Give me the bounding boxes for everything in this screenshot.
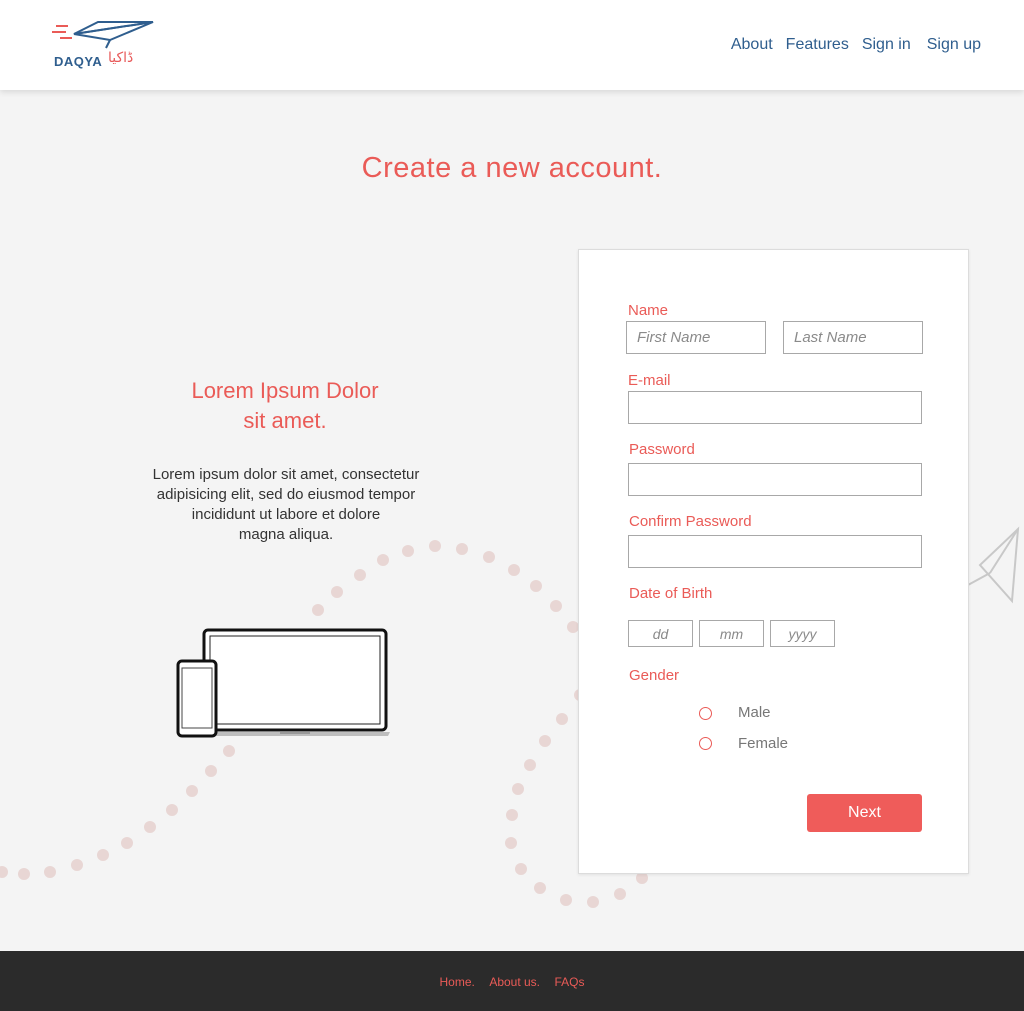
nav-sign-in[interactable]: Sign in — [862, 36, 911, 54]
password-label: Password — [629, 441, 695, 458]
email-label: E-mail — [628, 372, 671, 389]
gender-female-radio[interactable] — [699, 737, 712, 750]
footer-link-faqs[interactable]: FAQs — [554, 975, 584, 989]
daqya-logo[interactable]: DAQYA ڈاکیا — [50, 18, 160, 72]
promo-body-line: adipisicing elit, sed do eiusmod tempor — [156, 486, 416, 503]
signup-form-card: Name E-mail Password Confirm Password Da… — [578, 249, 969, 874]
dob-day-input[interactable] — [628, 620, 693, 647]
header: DAQYA ڈاکیا About Features Sign in Sign … — [0, 0, 1024, 90]
devices-illustration-icon — [176, 628, 390, 738]
promo-body-line: Lorem ipsum dolor sit amet, consectetur — [152, 466, 420, 483]
logo-urdu-text: ڈاکیا — [108, 50, 134, 66]
paper-plane-icon — [967, 526, 1020, 604]
nav-features[interactable]: Features — [786, 36, 849, 54]
gender-label: Gender — [629, 667, 680, 684]
confirm-password-label: Confirm Password — [629, 513, 752, 530]
dob-month-input[interactable] — [699, 620, 764, 647]
nav-about[interactable]: About — [731, 36, 773, 54]
password-input[interactable] — [628, 463, 922, 496]
email-input[interactable] — [628, 391, 922, 424]
dob-label: Date of Birth — [629, 585, 713, 602]
paper-plane-logo-icon — [52, 21, 154, 49]
promo-heading: Lorem Ipsum Dolor sit amet. — [130, 376, 440, 436]
footer-links: Home. About us. FAQs — [0, 973, 1024, 991]
promo-heading-line-2: sit amet. — [243, 408, 327, 433]
main-nav: About Features Sign in Sign up — [718, 36, 981, 54]
footer-link-about[interactable]: About us. — [489, 975, 540, 989]
dob-year-input[interactable] — [770, 620, 835, 647]
promo-heading-line-1: Lorem Ipsum Dolor — [191, 378, 379, 403]
gender-female-label[interactable]: Female — [738, 735, 788, 752]
gender-male-label[interactable]: Male — [738, 704, 771, 721]
confirm-password-input[interactable] — [628, 535, 922, 568]
logo-text: DAQYA — [54, 54, 103, 69]
next-button[interactable]: Next — [807, 794, 922, 832]
promo-body: Lorem ipsum dolor sit amet, consectetur … — [110, 465, 462, 545]
page-title: Create a new account. — [361, 152, 663, 184]
gender-male-radio[interactable] — [699, 707, 712, 720]
promo-body-line: incididunt ut labore et dolore — [191, 506, 381, 523]
footer: Home. About us. FAQs — [0, 951, 1024, 1011]
footer-link-home[interactable]: Home. — [440, 975, 475, 989]
promo-body-line: magna aliqua. — [238, 526, 334, 543]
first-name-input[interactable] — [626, 321, 766, 354]
nav-sign-up[interactable]: Sign up — [927, 36, 981, 54]
name-label: Name — [628, 302, 669, 319]
last-name-input[interactable] — [783, 321, 923, 354]
